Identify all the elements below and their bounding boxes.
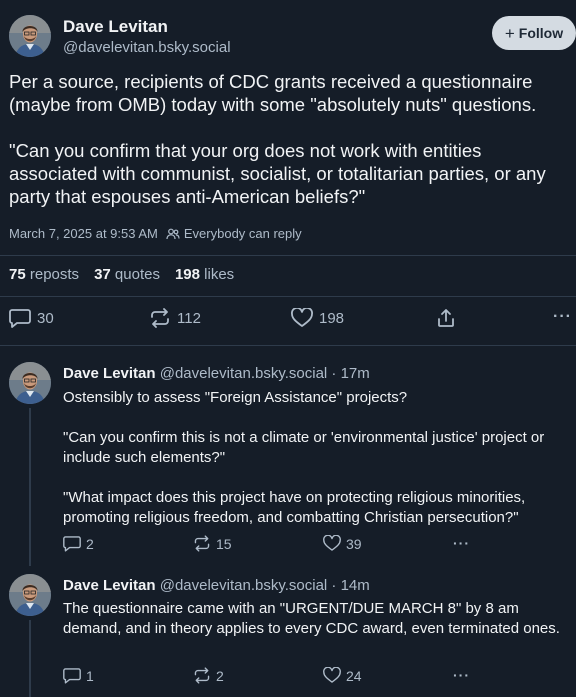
repost-arrows-icon [194, 535, 210, 552]
share-icon [438, 309, 454, 327]
reply-header: Dave Levitan @davelevitan.bsky.social · … [63, 365, 370, 382]
repost-arrows-icon [151, 308, 169, 328]
post-stats: 75 reposts 37 quotes 198 likes [9, 266, 234, 283]
reply-button[interactable]: 2 [63, 535, 94, 552]
thread-line [29, 408, 31, 566]
repost-button[interactable]: 15 [193, 535, 232, 552]
reply-text: The questionnaire came with an "URGENT/D… [63, 600, 560, 637]
likes-count: 198 [174, 266, 200, 283]
reposts-stat[interactable]: 75 reposts [9, 266, 79, 283]
like-button[interactable]: 198 [291, 308, 344, 328]
people-icon [166, 228, 180, 239]
reply-count: 2 [86, 535, 94, 552]
repost-count: 15 [216, 535, 232, 552]
avatar-image [9, 574, 51, 616]
post-timestamp[interactable]: March 7, 2025 at 9:53 AM [9, 226, 158, 241]
reply-count: 30 [37, 309, 54, 327]
speech-bubble-icon [63, 668, 81, 684]
avatar-image [9, 362, 51, 404]
post-text: Per a source, recipients of CDC grants r… [9, 71, 546, 207]
thread-line [29, 620, 31, 697]
divider [0, 255, 576, 256]
follow-label: Follow [518, 25, 564, 41]
like-count: 39 [346, 535, 362, 552]
reply-button[interactable]: 1 [63, 667, 94, 684]
like-count: 24 [346, 667, 362, 684]
more-dots-icon[interactable]: ··· [453, 535, 470, 551]
reply-author-handle[interactable]: @davelevitan.bsky.social [160, 365, 328, 382]
author-name[interactable]: Dave Levitan [63, 17, 168, 37]
reposts-label: reposts [29, 266, 80, 283]
repost-button[interactable]: 112 [149, 308, 201, 328]
more-dots-icon[interactable]: ··· [553, 308, 572, 326]
divider [0, 296, 576, 297]
like-button[interactable]: 24 [323, 667, 362, 684]
reply-author-handle[interactable]: @davelevitan.bsky.social [160, 577, 328, 594]
share-button[interactable] [436, 308, 456, 328]
reply-avatar[interactable] [9, 574, 51, 616]
reply-author-name[interactable]: Dave Levitan [63, 577, 156, 594]
likes-stat[interactable]: 198 likes [175, 266, 234, 283]
reply-age: · 17m [331, 365, 370, 382]
repost-button[interactable]: 2 [193, 667, 224, 684]
quotes-label: quotes [114, 266, 160, 283]
like-count: 198 [319, 309, 345, 327]
like-button[interactable]: 39 [323, 535, 362, 552]
heart-icon [323, 667, 341, 683]
reposts-count: 75 [9, 266, 26, 283]
more-dots-icon[interactable]: ··· [453, 667, 470, 683]
plus-icon: + [504, 23, 515, 43]
likes-label: likes [204, 266, 235, 283]
repost-count: 2 [216, 667, 224, 684]
reply-header: Dave Levitan @davelevitan.bsky.social · … [63, 577, 370, 594]
speech-bubble-icon [9, 309, 31, 328]
reply-setting-label: Everybody can reply [183, 226, 302, 241]
reply-button[interactable]: 30 [9, 308, 54, 328]
repost-count: 112 [177, 309, 201, 327]
quotes-stat[interactable]: 37 quotes [94, 266, 160, 283]
reply-age: · 14m [331, 577, 370, 594]
post-actions: 30 112 198 ··· [0, 308, 576, 332]
reply-text: Ostensibly to assess "Foreign Assistance… [63, 389, 545, 526]
post-meta: March 7, 2025 at 9:53 AM Everybody can r… [9, 226, 302, 241]
author-handle[interactable]: @davelevitan.bsky.social [63, 39, 231, 56]
author-avatar[interactable] [9, 15, 51, 57]
avatar-image [9, 15, 51, 57]
repost-arrows-icon [194, 667, 210, 684]
heart-icon [291, 308, 313, 327]
follow-button[interactable]: + Follow [492, 16, 576, 50]
reply-avatar[interactable] [9, 362, 51, 404]
quotes-count: 37 [94, 266, 111, 283]
divider [0, 345, 576, 346]
reply-count: 1 [86, 667, 94, 684]
speech-bubble-icon [63, 536, 81, 552]
heart-icon [323, 535, 341, 551]
reply-author-name[interactable]: Dave Levitan [63, 365, 156, 382]
reply-setting: Everybody can reply [166, 226, 302, 241]
